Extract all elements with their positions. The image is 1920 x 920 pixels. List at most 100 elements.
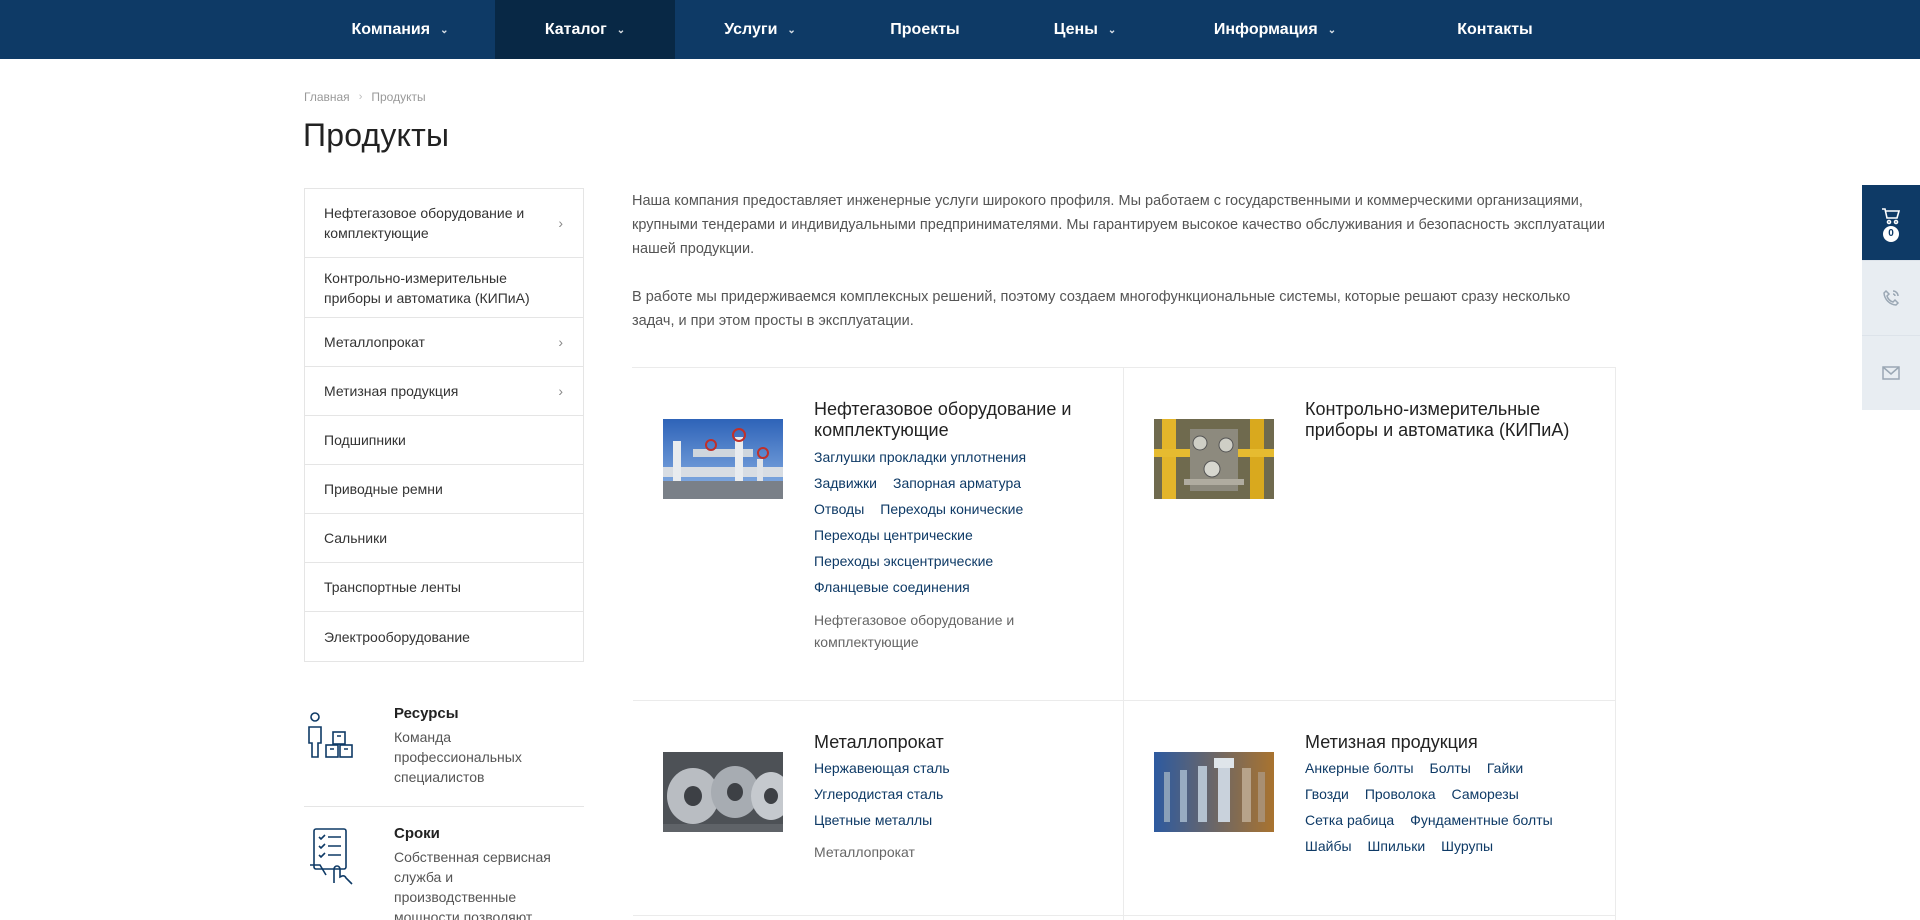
card-links: Нержавеющая сталь Углеродистая сталь Цве… <box>814 755 1114 833</box>
sidebar-item[interactable]: Нефтегазовое оборудование и комплектующи… <box>305 189 583 258</box>
card-link[interactable]: Шайбы <box>1305 838 1352 854</box>
catalog-card: Нефтегазовое оборудование и комплектующи… <box>633 368 1124 701</box>
card-link[interactable]: Углеродистая сталь <box>814 786 943 802</box>
callback-button[interactable] <box>1862 260 1920 335</box>
card-link[interactable]: Болты <box>1430 760 1471 776</box>
nav-item-label: Проекты <box>890 20 960 38</box>
intro-paragraph: В работе мы придерживаемся комплексных р… <box>632 289 1571 329</box>
card-link[interactable]: Проволока <box>1365 786 1436 802</box>
sidebar-item[interactable]: Метизная продукция › <box>305 367 583 416</box>
cart-button[interactable]: 0 <box>1862 185 1920 260</box>
card-link[interactable]: Анкерные болты <box>1305 760 1414 776</box>
mail-icon <box>1882 366 1900 380</box>
page-title: Продукты <box>303 117 450 153</box>
chevron-right-icon: › <box>558 215 563 231</box>
bolts-nuts-photo[interactable] <box>1154 752 1274 832</box>
feature-deadlines: Сроки Собственная сервисная служба и про… <box>304 825 584 920</box>
chevron-down-icon: ⌄ <box>1107 25 1117 36</box>
nav-item-label: Компания <box>351 20 431 38</box>
sidebar-item-label: Электрооборудование <box>324 628 470 645</box>
team-boxes-icon <box>308 712 353 758</box>
nav-item[interactable]: Проекты <box>845 0 1005 59</box>
pipeline-valves-photo[interactable] <box>663 419 783 499</box>
card-links: Заглушки прокладки уплотнения Задвижки За… <box>814 444 1114 600</box>
sidebar-item[interactable]: Транспортные ленты <box>305 563 583 612</box>
card-link[interactable]: Гвозди <box>1305 786 1349 802</box>
nav-list: Компания ⌄ Каталог ⌄ Услуги ⌄ Проекты Цены ⌄ Инфо… <box>305 0 1605 59</box>
card-link[interactable]: Шурупы <box>1441 838 1493 854</box>
cart-count-badge: 0 <box>1883 226 1899 242</box>
card-link[interactable]: Цветные металлы <box>814 812 932 828</box>
sidebar-item-label: Металлопрокат <box>324 334 425 350</box>
sidebar-item[interactable]: Сальники <box>305 514 583 563</box>
nav-item-label: Услуги <box>724 20 778 38</box>
card-link[interactable]: Сетка рабица <box>1305 812 1394 828</box>
nav-item[interactable]: Услуги ⌄ <box>675 0 845 59</box>
nav-item[interactable]: Информация ⌄ <box>1165 0 1385 59</box>
card-link[interactable]: Запорная арматура <box>893 475 1021 491</box>
card-link[interactable]: Заглушки прокладки уплотнения <box>814 449 1026 465</box>
breadcrumb: Главная › Продукты <box>304 90 426 104</box>
sidebar-item[interactable]: Металлопрокат › <box>305 318 583 367</box>
sidebar-item-label: Контрольно-измерительные приборы и автом… <box>324 269 530 306</box>
card-link[interactable]: Переходы конические <box>880 501 1023 517</box>
card-link[interactable]: Фундаментные болты <box>1410 812 1553 828</box>
nav-item[interactable]: Цены ⌄ <box>1005 0 1165 59</box>
card-title[interactable]: Метизная продукция <box>1305 732 1595 753</box>
email-button[interactable] <box>1862 335 1920 410</box>
feature-resources: Ресурсы Команда профессиональных специал… <box>304 705 584 795</box>
gauges-yellow-pipes-photo[interactable] <box>1154 419 1274 499</box>
card-link[interactable]: Отводы <box>814 501 864 517</box>
breadcrumb-home-link[interactable]: Главная <box>304 90 350 104</box>
nav-item-label: Контакты <box>1457 20 1533 38</box>
card-link[interactable]: Задвижки <box>814 475 877 491</box>
card-title[interactable]: Металлопрокат <box>814 732 1104 753</box>
feature-text: Команда профессиональных специалистов <box>394 729 522 785</box>
sidebar-item-label: Транспортные ленты <box>324 579 461 595</box>
nav-item[interactable]: Компания ⌄ <box>305 0 495 59</box>
card-link[interactable]: Гайки <box>1487 760 1523 776</box>
sidebar-item-label: Приводные ремни <box>324 481 443 497</box>
top-navigation: Компания ⌄ Каталог ⌄ Услуги ⌄ Проекты Цены ⌄ Инфо… <box>0 0 1920 59</box>
nav-item-label: Цены <box>1053 20 1098 38</box>
sidebar-item[interactable]: Электрооборудование <box>305 612 583 661</box>
nav-item[interactable]: Каталог ⌄ <box>495 0 675 59</box>
chevron-down-icon: ⌄ <box>616 25 626 36</box>
divider <box>304 806 584 807</box>
catalog-card: Контрольно-измерительные приборы и автом… <box>1124 368 1616 701</box>
sidebar-item-label: Метизная продукция <box>324 383 459 399</box>
sidebar-item[interactable]: Приводные ремни <box>305 465 583 514</box>
card-link[interactable]: Нержавеющая сталь <box>814 760 950 776</box>
feature-title: Ресурсы <box>394 705 459 722</box>
intro-text: Наша компания предоставляет инженерные у… <box>632 189 1612 357</box>
card-link[interactable]: Шпильки <box>1368 838 1426 854</box>
card-description: Металлопрокат <box>814 844 915 860</box>
intro-paragraph: Наша компания предоставляет инженерные у… <box>632 193 1606 257</box>
feature-text: Собственная сервисная служба и производс… <box>394 849 551 920</box>
cart-icon <box>1882 207 1901 224</box>
card-links: Анкерные болты Болты Гайки Гвозди Проволока… <box>1305 755 1605 859</box>
feature-title: Сроки <box>394 825 440 842</box>
breadcrumb-separator-icon: › <box>358 91 363 103</box>
sidebar-item-label: Подшипники <box>324 432 406 448</box>
checklist-hand-icon <box>310 828 353 885</box>
card-link[interactable]: Переходы эксцентрические <box>814 553 993 569</box>
card-link[interactable]: Саморезы <box>1452 786 1519 802</box>
card-title[interactable]: Контрольно-измерительные приборы и автом… <box>1305 399 1595 441</box>
sidebar-item[interactable]: Подшипники <box>305 416 583 465</box>
sidebar-item[interactable]: Контрольно-измерительные приборы и автом… <box>305 258 583 318</box>
card-link[interactable]: Переходы центрические <box>814 527 973 543</box>
breadcrumb-current: Продукты <box>371 90 426 104</box>
chevron-down-icon: ⌄ <box>440 25 449 36</box>
card-description: Нефтегазовое оборудование и комплектующи… <box>814 612 1015 650</box>
catalog-card <box>1124 916 1616 920</box>
chevron-right-icon: › <box>558 334 563 350</box>
nav-item[interactable]: Контакты <box>1385 0 1605 59</box>
nav-item-label: Каталог <box>544 20 607 38</box>
card-title[interactable]: Нефтегазовое оборудование и комплектующи… <box>814 399 1104 441</box>
nav-item-label: Информация <box>1213 20 1318 38</box>
steel-coils-photo[interactable] <box>663 752 783 832</box>
card-link[interactable]: Фланцевые соединения <box>814 579 970 595</box>
catalog-card: Металлопрокат Нержавеющая сталь Углероди… <box>633 701 1124 916</box>
phone-icon <box>1883 289 1900 306</box>
